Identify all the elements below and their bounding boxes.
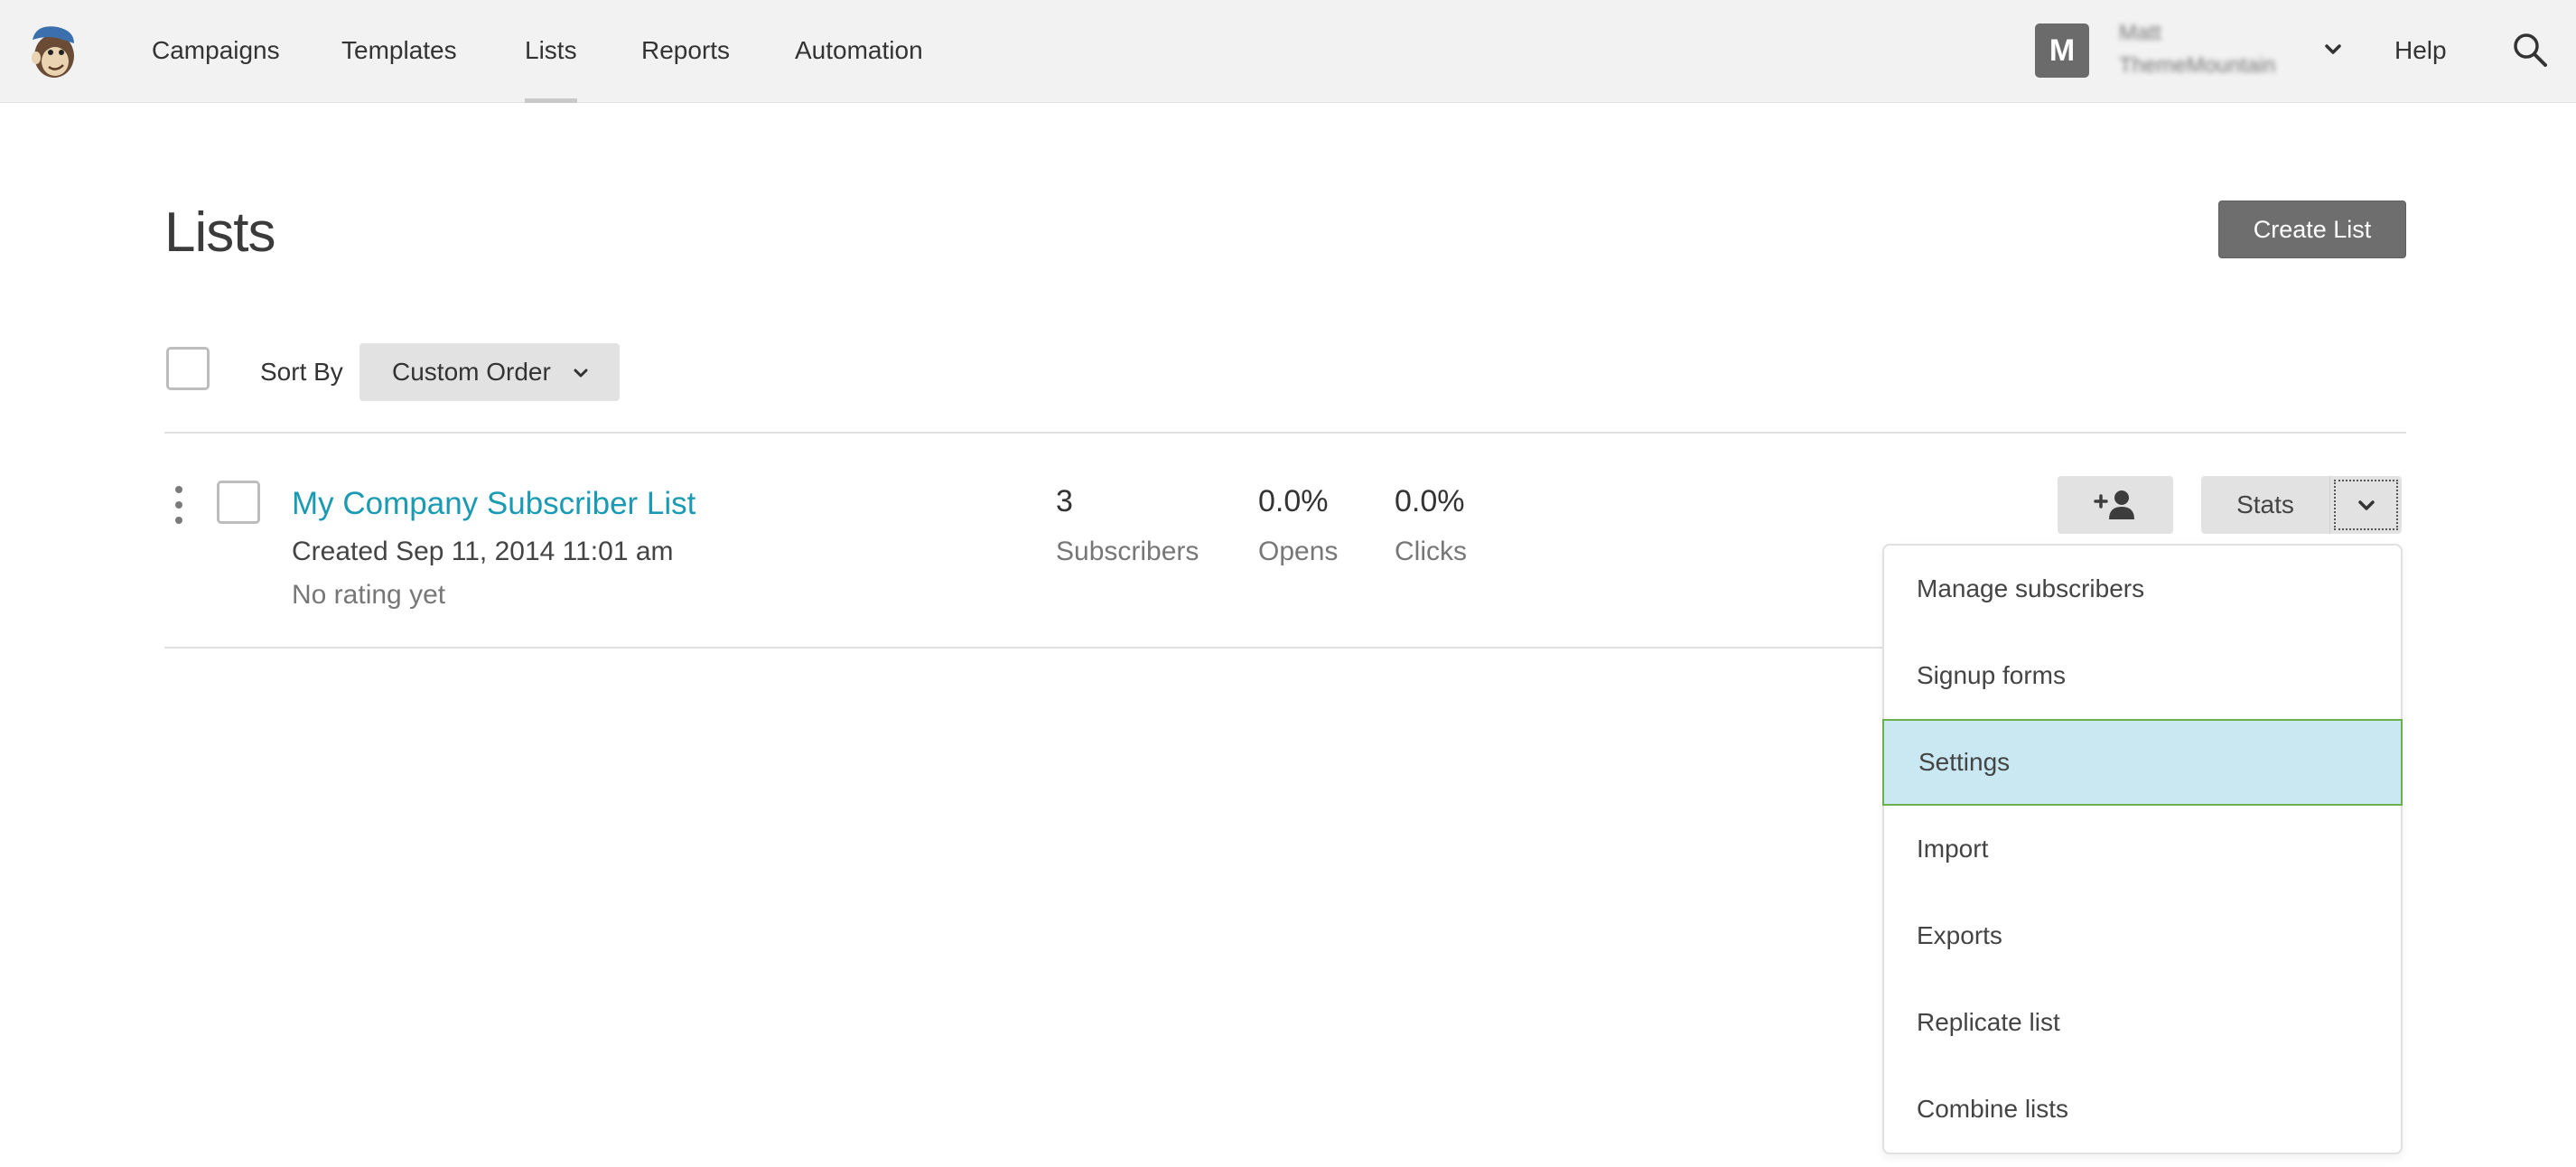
clicks-rate: 0.0% (1395, 484, 1465, 518)
clicks-label: Clicks (1395, 537, 1467, 566)
user-org[interactable]: ThemeMountain (2119, 52, 2275, 79)
opens-label: Opens (1258, 537, 1339, 566)
nav-campaigns[interactable]: Campaigns (152, 0, 280, 103)
drag-handle-icon[interactable] (172, 484, 186, 526)
menu-item-exports[interactable]: Exports (1884, 892, 2401, 979)
nav-lists[interactable]: Lists (525, 0, 577, 103)
list-created-date: Created Sep 11, 2014 11:01 am (292, 537, 674, 566)
menu-item-combine-lists[interactable]: Combine lists (1884, 1066, 2401, 1153)
nav-automation[interactable]: Automation (795, 0, 923, 103)
list-name-link[interactable]: My Company Subscriber List (292, 486, 695, 522)
subscribers-count: 3 (1056, 484, 1073, 518)
menu-item-settings[interactable]: Settings (1882, 719, 2403, 806)
menu-item-replicate-list[interactable]: Replicate list (1884, 979, 2401, 1066)
sort-order-value: Custom Order (392, 358, 551, 386)
chevron-down-icon (2358, 500, 2375, 510)
menu-item-manage-subscribers[interactable]: Manage subscribers (1884, 546, 2401, 632)
add-subscriber-button[interactable] (2058, 476, 2173, 534)
search-icon[interactable] (2511, 31, 2549, 69)
opens-rate: 0.0% (1258, 484, 1329, 518)
page-title: Lists (164, 201, 275, 264)
avatar[interactable]: M (2035, 23, 2089, 78)
menu-item-import[interactable]: Import (1884, 806, 2401, 892)
stats-dropdown-toggle[interactable] (2329, 476, 2402, 534)
list-rating: No rating yet (292, 580, 446, 610)
user-name[interactable]: Matt (2119, 20, 2161, 47)
sort-by-label: Sort By (260, 358, 343, 386)
subscribers-label: Subscribers (1056, 537, 1199, 566)
select-all-checkbox[interactable] (166, 347, 210, 390)
chevron-down-icon[interactable] (2319, 36, 2347, 63)
nav-templates[interactable]: Templates (341, 0, 457, 103)
stats-button[interactable]: Stats (2201, 476, 2329, 534)
chevron-down-icon (571, 363, 591, 383)
list-checkbox[interactable] (217, 481, 260, 524)
list-actions-menu: Manage subscribers Signup forms Settings… (1882, 544, 2403, 1154)
help-link[interactable]: Help (2394, 0, 2447, 103)
divider (164, 647, 1884, 649)
divider (164, 432, 2406, 434)
mailchimp-logo-icon[interactable] (27, 22, 81, 81)
add-subscriber-icon (2094, 490, 2134, 519)
create-list-button[interactable]: Create List (2218, 201, 2406, 258)
top-navigation: Campaigns Templates Lists Reports Automa… (0, 0, 2576, 103)
nav-reports[interactable]: Reports (641, 0, 730, 103)
menu-item-signup-forms[interactable]: Signup forms (1884, 632, 2401, 719)
